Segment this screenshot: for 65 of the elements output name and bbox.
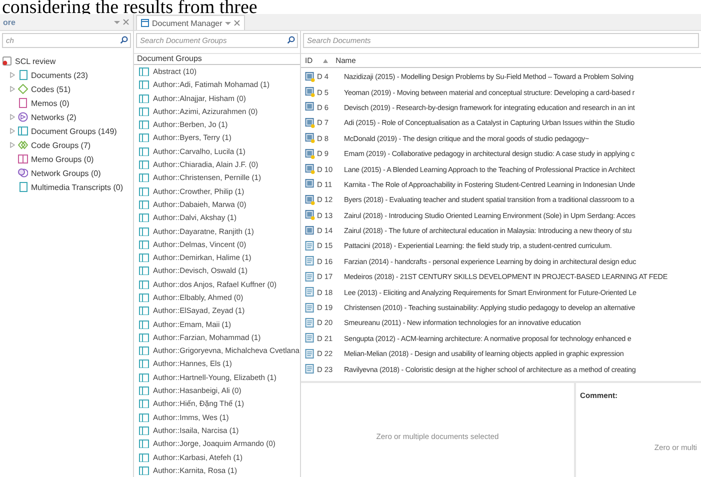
expand-icon[interactable] xyxy=(10,114,15,120)
document-icon xyxy=(18,182,28,192)
expand-icon[interactable] xyxy=(10,86,15,92)
tree-item[interactable]: Network Groups (0) xyxy=(31,168,101,178)
document-icon xyxy=(18,70,28,80)
folder-icon xyxy=(139,346,149,356)
tree-item[interactable]: Memos (0) xyxy=(31,98,70,108)
dropdown-icon[interactable] xyxy=(114,20,120,24)
tree-item[interactable]: Documents (23) xyxy=(31,70,88,80)
folder-icon xyxy=(139,213,149,222)
tree-item[interactable]: Networks (2) xyxy=(31,112,76,122)
folder-icon xyxy=(139,386,149,396)
folder-icon xyxy=(18,126,28,136)
expand-icon[interactable] xyxy=(10,128,15,134)
close-icon[interactable] xyxy=(234,20,240,26)
search-icon[interactable] xyxy=(120,36,128,44)
sort-icon xyxy=(322,58,328,62)
folder-icon xyxy=(139,412,149,422)
column-header[interactable]: Document Groups xyxy=(134,53,300,65)
folder-icon xyxy=(139,292,149,302)
folder-icon xyxy=(139,439,149,448)
tree-item[interactable]: Document Groups (149) xyxy=(31,126,117,136)
folder-icon xyxy=(139,452,149,462)
panel-title: ore xyxy=(3,18,16,26)
diamond-icon xyxy=(18,84,28,94)
folder-icon xyxy=(139,372,149,382)
folder-icon xyxy=(139,359,149,368)
folder-icon xyxy=(139,186,149,196)
folder-icon xyxy=(139,120,149,130)
folder-icon xyxy=(139,133,149,142)
tree-item[interactable]: Code Groups (7) xyxy=(31,140,91,150)
folder-icon xyxy=(139,146,149,156)
network-icon xyxy=(18,112,28,122)
window-icon xyxy=(141,19,149,27)
folder-icon xyxy=(139,173,149,182)
document-manager-tab[interactable]: Document Manager xyxy=(136,15,246,30)
diamond-pair-icon xyxy=(18,140,28,150)
folder-icon xyxy=(139,332,149,342)
folder-icon xyxy=(139,306,149,316)
tree-item[interactable]: Multimedia Transcripts (0) xyxy=(31,182,124,192)
folder-icon xyxy=(139,253,149,262)
folder-icon xyxy=(139,106,149,116)
memo-icon xyxy=(18,98,28,108)
folder-icon xyxy=(139,240,149,249)
folder-icon xyxy=(139,280,149,289)
folder-icon xyxy=(139,399,149,408)
tree-item[interactable]: SCL review xyxy=(15,56,56,66)
search-icon[interactable] xyxy=(287,36,295,44)
folder-icon xyxy=(139,266,149,276)
tree-item[interactable]: Codes (51) xyxy=(31,84,71,94)
folder-icon xyxy=(139,226,149,236)
tree-item[interactable]: Memo Groups (0) xyxy=(31,154,94,164)
expand-icon[interactable] xyxy=(10,142,15,148)
folder-icon xyxy=(139,80,149,90)
close-icon[interactable] xyxy=(123,19,129,25)
folder-icon xyxy=(139,320,149,329)
folder-icon xyxy=(139,160,149,170)
folder-icon xyxy=(139,66,149,76)
folder-icon xyxy=(18,154,28,164)
folder-icon xyxy=(139,426,149,435)
network-icon xyxy=(18,168,28,178)
folder-icon xyxy=(139,94,149,103)
expand-icon[interactable] xyxy=(10,72,15,78)
folder-icon xyxy=(139,200,149,209)
dropdown-icon[interactable] xyxy=(225,20,232,26)
